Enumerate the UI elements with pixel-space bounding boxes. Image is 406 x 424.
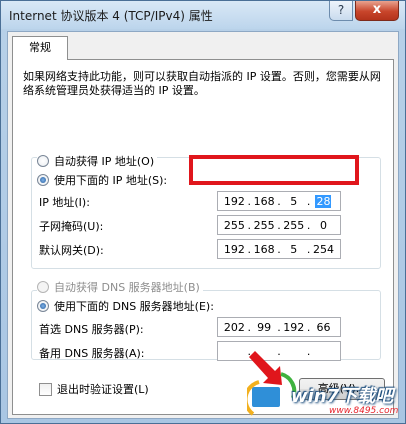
subnet-mask-label: 子网掩码(U): — [39, 220, 104, 233]
manual-dns-radio[interactable] — [37, 300, 49, 312]
default-gateway-input[interactable]: 192. 168. 5. 254 — [217, 239, 341, 259]
close-button[interactable]: x — [355, 1, 399, 21]
auto-dns-radio-row: 自动获得 DNS 服务器地址(B) — [37, 279, 203, 295]
auto-dns-radio — [37, 281, 49, 293]
manual-ip-radio[interactable] — [37, 174, 49, 186]
ip-highlight-box — [189, 155, 359, 185]
auto-ip-radio[interactable] — [37, 155, 49, 167]
preferred-dns-input[interactable]: 202. 99. 192. 66 — [217, 317, 341, 337]
dialog-window: Internet 协议版本 4 (TCP/IPv4) 属性 ? x 常规 如果网… — [0, 0, 406, 424]
watermark-url: www.8495.com — [329, 406, 399, 416]
auto-ip-radio-row[interactable]: 自动获得 IP 地址(O) — [37, 153, 158, 169]
title-bar[interactable]: Internet 协议版本 4 (TCP/IPv4) 属性 ? x — [1, 1, 405, 29]
watermark-text: win7下载吧 — [291, 386, 394, 407]
validate-on-exit-checkbox[interactable] — [39, 382, 52, 396]
tab-general[interactable]: 常规 — [12, 36, 68, 60]
auto-dns-label: 自动获得 DNS 服务器地址(B) — [54, 281, 200, 294]
auto-ip-label: 自动获得 IP 地址(O) — [54, 155, 155, 168]
help-button[interactable]: ? — [329, 1, 353, 21]
description-text: 如果网络支持此功能，则可以获取自动指派的 IP 设置。否则，您需要从网络系统管理… — [23, 70, 381, 97]
manual-dns-label: 使用下面的 DNS 服务器地址(E): — [54, 300, 214, 313]
preferred-dns-label: 首选 DNS 服务器(P): — [39, 323, 144, 336]
manual-dns-radio-row[interactable]: 使用下面的 DNS 服务器地址(E): — [37, 298, 217, 314]
watermark: win7下载吧 www.8495.com — [241, 356, 406, 424]
manual-ip-label: 使用下面的 IP 地址(S): — [54, 174, 168, 187]
validate-checkbox-row[interactable]: 退出时验证设置(L) — [39, 381, 152, 397]
manual-ip-radio-row[interactable]: 使用下面的 IP 地址(S): — [37, 172, 171, 188]
validate-on-exit-label: 退出时验证设置(L) — [57, 383, 149, 396]
ip-address-label: IP 地址(I): — [39, 196, 90, 209]
window-title: Internet 协议版本 4 (TCP/IPv4) 属性 — [9, 9, 213, 23]
subnet-mask-input[interactable]: 255. 255. 255. 0 — [217, 215, 341, 235]
default-gateway-label: 默认网关(D): — [39, 244, 104, 257]
watermark-logo-icon — [247, 372, 297, 416]
selected-octet: 28 — [315, 194, 332, 208]
ip-address-input[interactable]: 192. 168. 5. 28 — [217, 191, 341, 211]
alternate-dns-label: 备用 DNS 服务器(A): — [39, 347, 145, 360]
